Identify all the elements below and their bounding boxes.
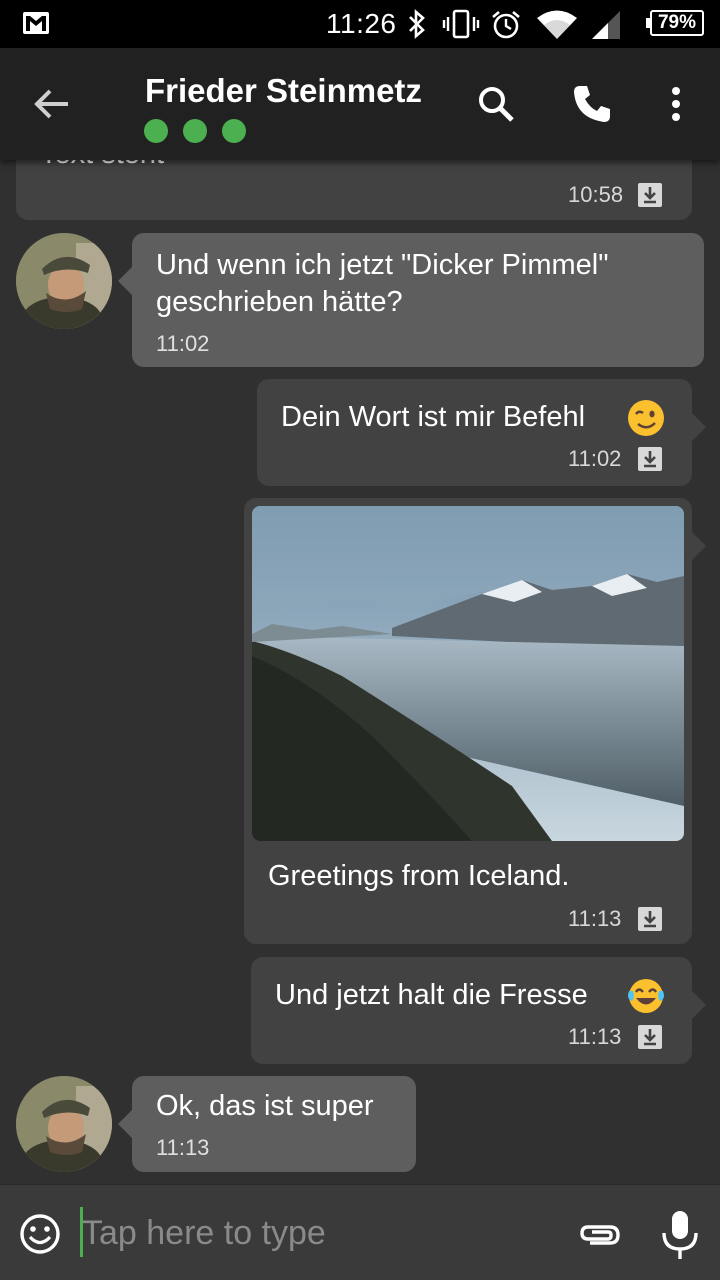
message-bubble-outgoing[interactable]: Dein Wort ist mir Befehl 11:02 <box>257 379 706 486</box>
phone-icon[interactable] <box>568 80 616 128</box>
wink-emoji-icon <box>628 400 664 436</box>
image-caption: Greetings from Iceland. <box>268 860 570 892</box>
message-text: Ok, das ist super <box>156 1090 374 1122</box>
message-text-line: geschrieben hätte? <box>156 286 403 318</box>
tears-of-joy-emoji-icon <box>628 979 664 1013</box>
avatar[interactable] <box>16 233 112 329</box>
app-bar: Frieder Steinmetz <box>0 48 720 160</box>
more-vert-icon[interactable] <box>652 80 700 128</box>
contact-name[interactable]: Frieder Steinmetz <box>145 72 422 110</box>
avatar[interactable] <box>16 1076 112 1172</box>
vibrate-icon <box>442 9 480 39</box>
encryption-status-dots <box>144 119 246 143</box>
download-icon <box>638 183 662 207</box>
message-time: 10:58 <box>568 182 624 207</box>
gmail-icon <box>23 12 49 34</box>
message-text: Und jetzt halt die Fresse <box>275 979 588 1011</box>
microphone-icon[interactable] <box>658 1209 702 1261</box>
signal-icon <box>592 11 620 39</box>
avatar-image <box>16 1076 112 1172</box>
attachment-icon[interactable] <box>576 1211 624 1259</box>
battery-icon: 79% <box>646 10 704 36</box>
message-text-line: Und wenn ich jetzt "Dicker Pimmel" <box>156 249 609 281</box>
message-time: 11:13 <box>568 1024 622 1049</box>
emoji-icon[interactable] <box>18 1212 62 1256</box>
message-time: 11:13 <box>156 1135 210 1160</box>
download-icon <box>638 447 662 471</box>
message-text: Dein Wort ist mir Befehl <box>281 401 586 433</box>
status-time: 11:26 <box>326 8 397 39</box>
bluetooth-icon <box>409 9 425 39</box>
search-icon[interactable] <box>472 80 520 128</box>
wifi-icon <box>537 10 577 39</box>
message-bubble-outgoing[interactable]: Und jetzt halt die Fresse 11:13 <box>251 957 706 1064</box>
message-bubble-incoming[interactable]: Und wenn ich jetzt "Dicker Pimmel" gesch… <box>118 233 704 367</box>
message-bubble-incoming[interactable]: Ok, das ist super 11:13 <box>118 1076 416 1172</box>
avatar-image <box>16 233 112 329</box>
shared-photo[interactable] <box>252 506 684 841</box>
back-arrow-icon[interactable] <box>30 82 74 126</box>
message-text: Text steht <box>40 160 164 173</box>
glacier-landscape-image <box>252 506 684 841</box>
download-icon <box>638 907 662 931</box>
message-time: 11:13 <box>568 906 622 931</box>
message-bubble-outgoing[interactable]: Text steht 10:58 <box>16 160 692 220</box>
status-dot <box>183 119 207 143</box>
message-input[interactable] <box>82 1211 552 1255</box>
composer-bar <box>0 1184 720 1280</box>
download-icon <box>638 1025 662 1049</box>
message-time: 11:02 <box>568 446 622 471</box>
message-bubble-image[interactable]: Greetings from Iceland. 11:13 <box>244 498 706 944</box>
status-dot <box>222 119 246 143</box>
message-time: 11:02 <box>156 331 210 356</box>
status-dot <box>144 119 168 143</box>
message-list[interactable]: Text steht 10:58 Und wenn ich jetzt "Dic… <box>0 160 720 1184</box>
alarm-icon <box>492 11 520 39</box>
status-bar: 11:26 79% <box>0 0 720 48</box>
